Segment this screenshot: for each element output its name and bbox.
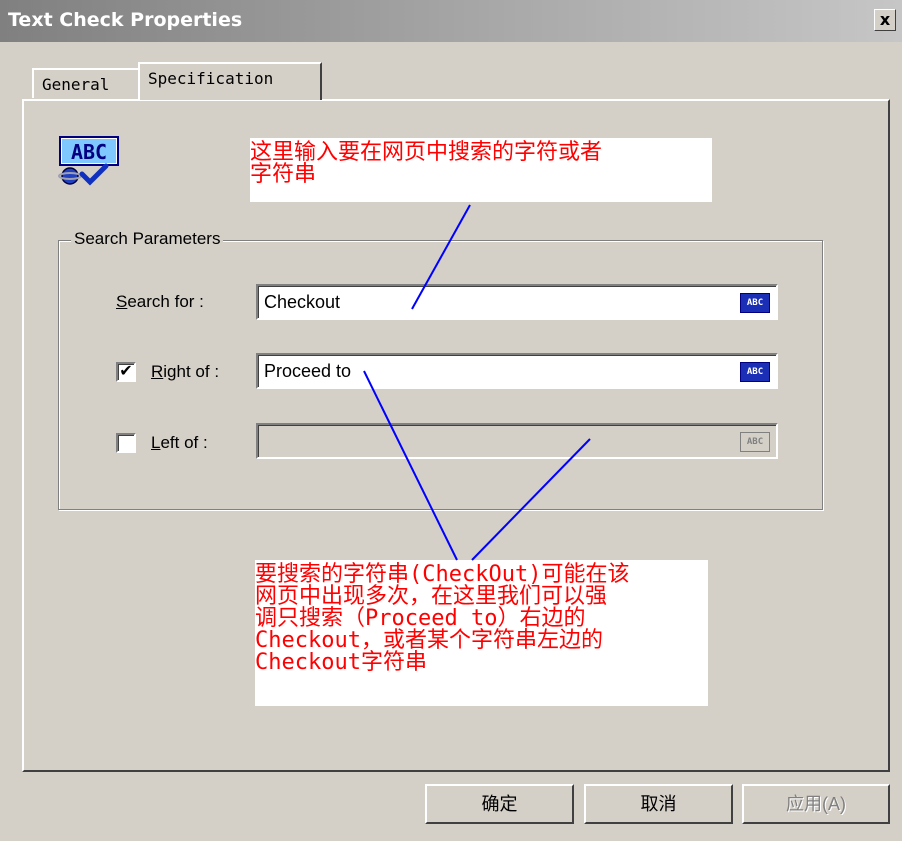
right-of-abc-button[interactable]: ABC bbox=[740, 362, 770, 382]
ok-button[interactable]: 确定 bbox=[425, 784, 574, 824]
group-legend: Search Parameters bbox=[71, 229, 224, 249]
abc-icon-text: ABC bbox=[71, 140, 107, 164]
right-of-label: Right of : bbox=[151, 362, 220, 381]
left-of-checkbox[interactable] bbox=[116, 433, 136, 453]
search-for-input[interactable]: Checkout ABC bbox=[256, 284, 778, 320]
search-for-abc-button[interactable]: ABC bbox=[740, 293, 770, 313]
left-of-input[interactable]: ABC bbox=[256, 423, 778, 459]
right-of-checkbox[interactable]: ✔ bbox=[116, 362, 136, 382]
cancel-button[interactable]: 取消 bbox=[584, 784, 733, 824]
abc-check-icon: ABC bbox=[58, 136, 119, 186]
title-bar[interactable]: Text Check Properties x bbox=[0, 0, 902, 42]
close-button[interactable]: x bbox=[874, 9, 896, 31]
right-of-input[interactable]: Proceed to ABC bbox=[256, 353, 778, 389]
left-of-label: Left of : bbox=[151, 433, 208, 452]
search-for-value: Checkout bbox=[264, 292, 341, 312]
apply-button[interactable]: 应用(A) bbox=[742, 784, 890, 824]
window-title: Text Check Properties bbox=[8, 9, 243, 31]
tab-general[interactable]: General bbox=[32, 68, 143, 98]
annotation-bottom: 要搜索的字符串(CheckOut)可能在该 网页中出现多次，在这里我们可以强 调… bbox=[255, 560, 708, 706]
annotation-top: 这里输入要在网页中搜索的字符或者 字符串 bbox=[250, 138, 712, 202]
left-of-abc-button[interactable]: ABC bbox=[740, 432, 770, 452]
dialog-window: Text Check Properties x General Specific… bbox=[0, 0, 902, 841]
right-of-value: Proceed to bbox=[264, 361, 352, 381]
search-for-label: Search for : bbox=[116, 292, 204, 311]
tab-specification[interactable]: Specification bbox=[138, 62, 322, 100]
